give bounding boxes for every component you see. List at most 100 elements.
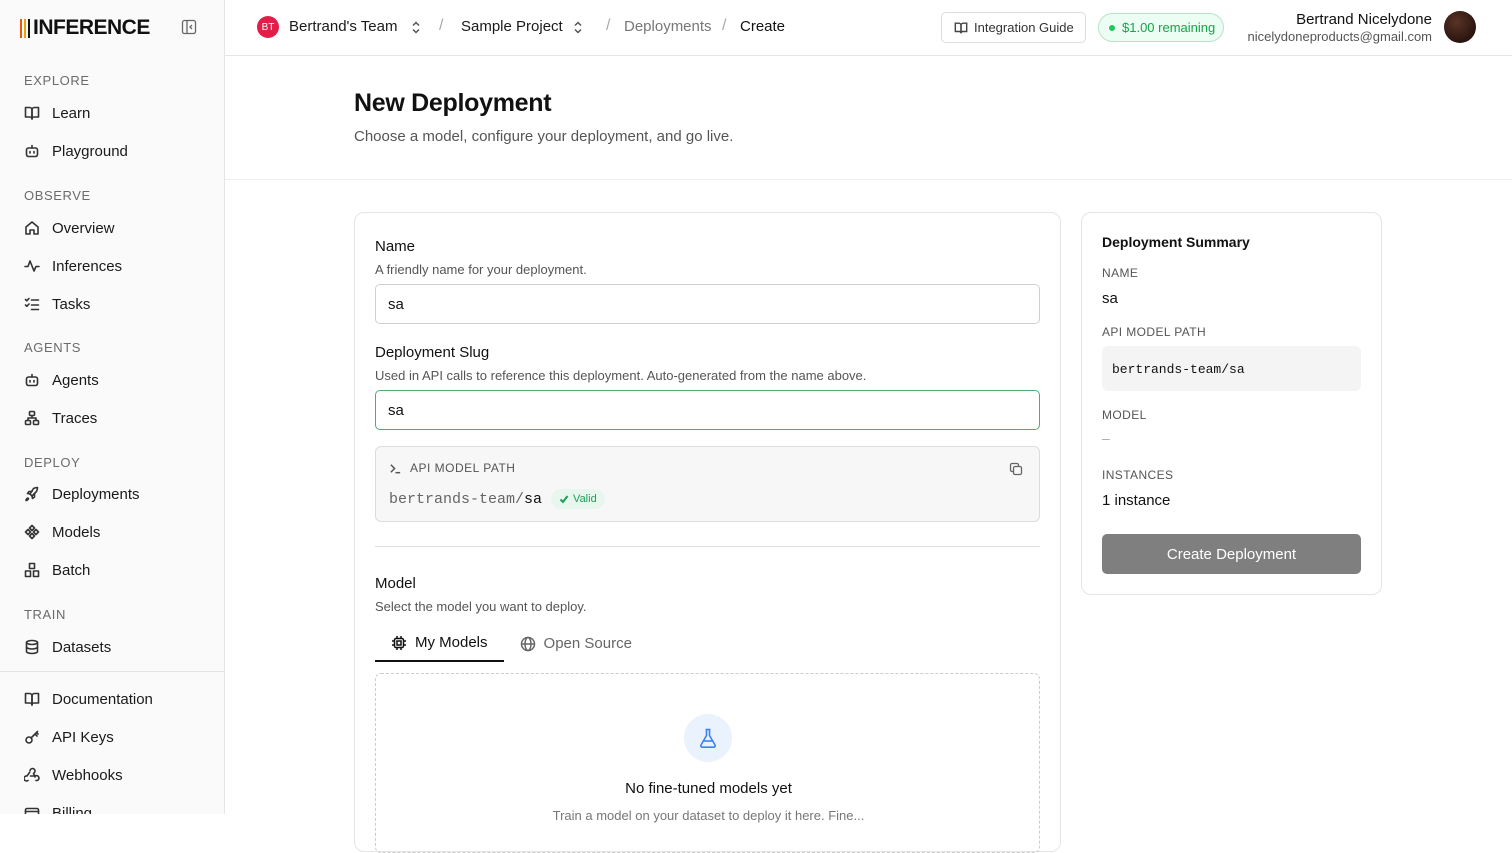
key-icon: [25, 730, 39, 744]
summary-instances-value: 1 instance: [1102, 492, 1171, 509]
breadcrumb-separator: /: [722, 17, 727, 34]
nav-section-train: TRAIN: [24, 607, 66, 622]
flask-icon: [700, 728, 716, 748]
book-icon: [954, 21, 968, 33]
sidebar-item-traces[interactable]: Traces: [24, 406, 97, 430]
sidebar-item-inferences[interactable]: Inferences: [24, 254, 122, 278]
nav-section-observe: OBSERVE: [24, 188, 91, 203]
user-email: nicelydoneproducts@gmail.com: [1247, 29, 1432, 44]
team-switcher[interactable]: Bertrand's Team: [289, 18, 397, 35]
bot-icon: [25, 373, 39, 387]
api-model-path-label: API MODEL PATH: [410, 461, 516, 475]
model-help-text: Select the model you want to deploy.: [375, 599, 587, 614]
create-deployment-button[interactable]: Create Deployment: [1102, 534, 1361, 574]
page-title: New Deployment: [354, 89, 552, 117]
sidebar-item-batch[interactable]: Batch: [24, 558, 90, 582]
summary-path-value: bertrands-team/sa: [1102, 346, 1361, 391]
network-icon: [24, 410, 40, 426]
chevron-up-down-icon[interactable]: [410, 20, 422, 35]
credit-badge[interactable]: $1.00 remaining: [1098, 13, 1224, 42]
book-icon: [24, 106, 40, 120]
book-icon: [24, 692, 40, 706]
sidebar: INFERENCE EXPLORE Learn Playground OBSER…: [0, 0, 225, 814]
check-icon: [559, 495, 569, 504]
sidebar-item-label: Documentation: [52, 690, 153, 708]
sidebar-item-agents[interactable]: Agents: [24, 368, 99, 392]
empty-models-state: No fine-tuned models yet Train a model o…: [375, 673, 1040, 853]
brand-logo[interactable]: INFERENCE: [20, 16, 150, 40]
nav-section-explore: EXPLORE: [24, 73, 90, 88]
breadcrumb-deployments[interactable]: Deployments: [624, 18, 712, 35]
sidebar-item-label: Learn: [52, 104, 91, 122]
brand-name: INFERENCE: [33, 16, 150, 39]
sidebar-item-label: Deployments: [52, 485, 140, 503]
sidebar-item-models[interactable]: Models: [24, 520, 100, 544]
tab-my-models[interactable]: My Models: [375, 625, 504, 662]
home-icon: [25, 221, 39, 235]
section-divider: [375, 546, 1040, 547]
sidebar-item-datasets[interactable]: Datasets: [24, 635, 111, 659]
integration-guide-button[interactable]: Integration Guide: [941, 12, 1086, 43]
rocket-icon: [25, 486, 39, 502]
sidebar-item-label: Webhooks: [52, 766, 123, 784]
sidebar-item-overview[interactable]: Overview: [24, 216, 115, 240]
sidebar-collapse-icon[interactable]: [181, 19, 197, 35]
terminal-icon: [390, 463, 401, 473]
valid-badge: Valid: [551, 489, 605, 509]
sidebar-item-label: API Keys: [52, 728, 114, 746]
slug-help-text: Used in API calls to reference this depl…: [375, 368, 867, 383]
sidebar-item-label: Billing: [52, 804, 93, 815]
sidebar-item-label: Inferences: [52, 257, 123, 275]
slug-label: Deployment Slug: [375, 344, 490, 361]
sidebar-item-label: Overview: [52, 219, 115, 237]
sidebar-item-tasks[interactable]: Tasks: [24, 292, 90, 316]
project-switcher[interactable]: Sample Project: [461, 18, 563, 35]
sidebar-item-label: Datasets: [52, 638, 112, 656]
sidebar-item-label: Traces: [52, 409, 98, 427]
summary-name-value: sa: [1102, 290, 1118, 307]
summary-model-value: –: [1102, 430, 1110, 446]
slug-input[interactable]: [375, 390, 1040, 430]
sidebar-divider: [0, 671, 224, 672]
models-icon: [24, 524, 40, 540]
team-avatar[interactable]: BT: [257, 16, 279, 38]
credit-remaining: $1.00 remaining: [1122, 20, 1216, 35]
deployment-summary-card: Deployment Summary NAME sa API MODEL PAT…: [1081, 212, 1382, 595]
sidebar-item-documentation[interactable]: Documentation: [24, 687, 153, 711]
sidebar-item-playground[interactable]: Playground: [24, 139, 128, 163]
model-label: Model: [375, 575, 416, 592]
sidebar-item-deployments[interactable]: Deployments: [24, 482, 140, 506]
empty-state-title: No fine-tuned models yet: [625, 780, 792, 797]
integration-guide-label: Integration Guide: [974, 20, 1074, 35]
status-dot-icon: [1109, 24, 1115, 31]
user-avatar[interactable]: [1444, 11, 1476, 43]
summary-name-label: NAME: [1102, 266, 1139, 280]
summary-path-label: API MODEL PATH: [1102, 325, 1207, 339]
name-input[interactable]: [375, 284, 1040, 324]
empty-state-subtitle: Train a model on your dataset to deploy …: [552, 808, 865, 823]
summary-model-label: MODEL: [1102, 408, 1147, 422]
chevron-up-down-icon[interactable]: [572, 20, 584, 35]
sidebar-item-webhooks[interactable]: Webhooks: [24, 763, 123, 787]
tab-open-source[interactable]: Open Source: [504, 625, 648, 662]
breadcrumb-separator: /: [606, 17, 611, 34]
summary-instances-label: INSTANCES: [1102, 468, 1174, 482]
sidebar-item-api-keys[interactable]: API Keys: [24, 725, 114, 749]
sidebar-item-label: Models: [52, 523, 101, 541]
sidebar-item-label: Playground: [52, 142, 128, 160]
chip-icon: [392, 635, 406, 650]
logo-mark-icon: [20, 18, 30, 38]
path-slug-segment: sa: [524, 490, 543, 508]
sidebar-item-label: Tasks: [52, 295, 91, 313]
nav-section-agents: AGENTS: [24, 340, 82, 355]
copy-icon[interactable]: [1009, 462, 1023, 476]
page-header: New Deployment Choose a model, configure…: [225, 56, 1512, 180]
sidebar-item-label: Agents: [52, 371, 99, 389]
webhook-icon: [24, 767, 40, 782]
api-model-path-preview: API MODEL PATH bertrands-team/ sa Valid: [375, 446, 1040, 522]
sidebar-item-learn[interactable]: Learn: [24, 101, 90, 125]
api-model-path-header: API MODEL PATH: [389, 461, 515, 475]
sidebar-item-billing[interactable]: Billing: [24, 801, 92, 814]
page-subtitle: Choose a model, configure your deploymen…: [354, 128, 734, 145]
breadcrumb-separator: /: [439, 17, 444, 34]
